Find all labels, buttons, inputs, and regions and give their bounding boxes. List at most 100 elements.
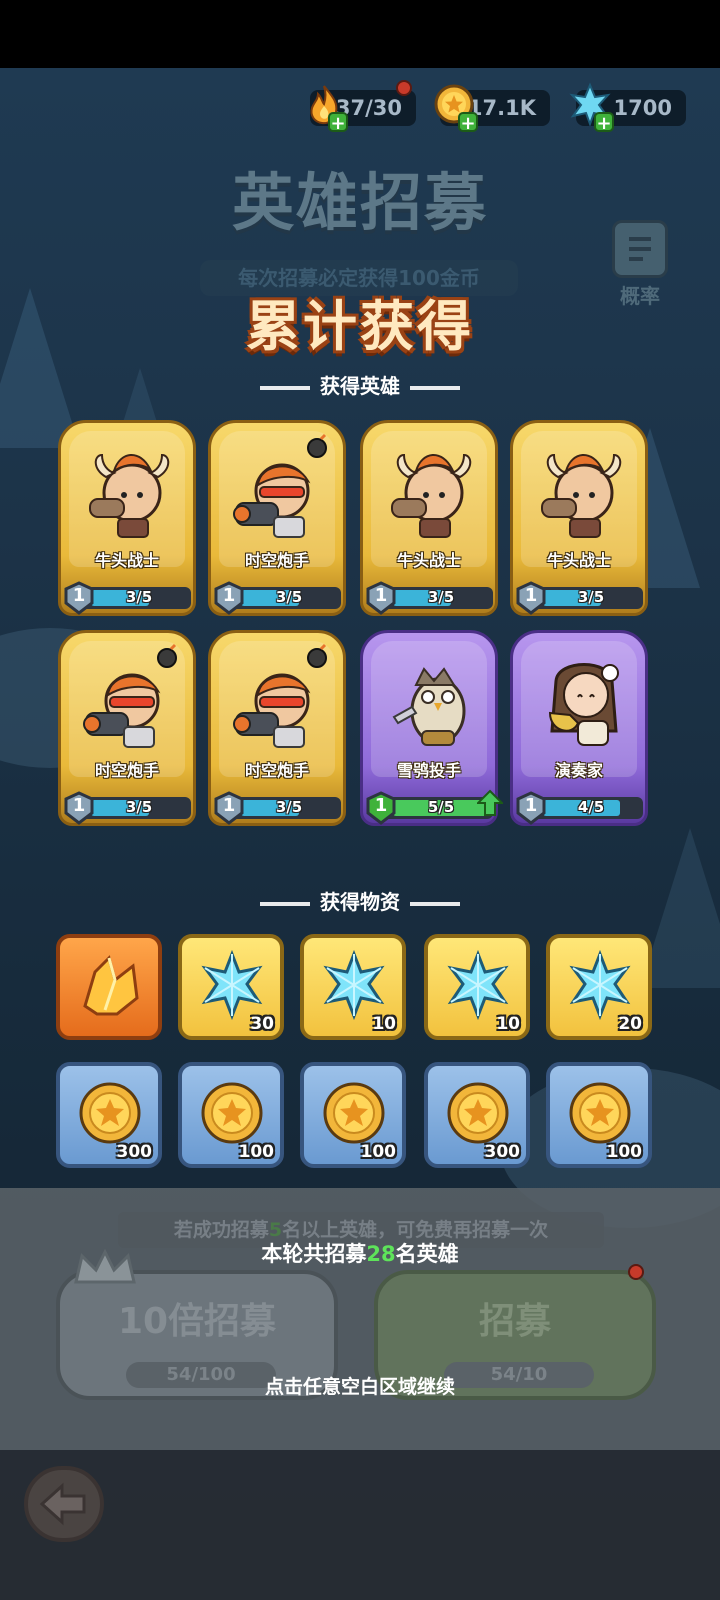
- minotaur-warrior-icon: [541, 453, 622, 538]
- gold-coin-icon: [201, 1082, 263, 1144]
- bottom-bar: [0, 1450, 720, 1600]
- reward-item[interactable]: 100: [546, 1062, 652, 1168]
- reward-item[interactable]: 300: [56, 1062, 162, 1168]
- hero-name: 牛头战士: [546, 551, 611, 570]
- blue-crystal-icon: [201, 950, 263, 1020]
- crystal-value: 1700: [613, 96, 672, 120]
- gold-coin-icon: [323, 1082, 385, 1144]
- crystal-counter[interactable]: + 1700: [569, 82, 686, 134]
- gold-coin-icon: [569, 1082, 631, 1144]
- hero-card[interactable]: 雪鸮投手 5/5 1: [360, 630, 503, 826]
- gold-counter[interactable]: + 17.1K: [434, 84, 550, 134]
- item-count: 100: [238, 1142, 275, 1162]
- hero-progress-bar: 3/5 1: [516, 581, 643, 615]
- hero-card[interactable]: 牛头战士 3/5 1: [58, 420, 196, 616]
- reward-item[interactable]: 10: [424, 934, 530, 1040]
- add-stamina-button[interactable]: +: [328, 112, 348, 134]
- continue-hint[interactable]: 点击任意空白区域继续: [0, 1372, 720, 1399]
- musician-icon: [548, 663, 619, 746]
- gold-crystal-icon: [83, 955, 139, 1016]
- hero-name: 时空炮手: [94, 761, 159, 780]
- round-text-end: 名英雄: [395, 1242, 459, 1266]
- document-icon: [612, 220, 668, 278]
- blue-crystal-icon: [569, 950, 631, 1020]
- hero-card[interactable]: 时空炮手 3/5 1: [208, 630, 346, 826]
- item-count: 100: [360, 1142, 397, 1162]
- snow-owl-thrower-icon: [392, 667, 466, 746]
- hero-progress-bar: 4/5 1: [516, 791, 643, 825]
- bomb-icon: [307, 643, 327, 668]
- stamina-counter[interactable]: + 37/30: [310, 80, 416, 134]
- gold-coin-icon: [79, 1082, 141, 1144]
- reward-item[interactable]: 10: [300, 934, 406, 1040]
- hero-progress-text: 3/5: [125, 588, 153, 606]
- hero-name: 时空炮手: [244, 551, 309, 570]
- hero-name: 牛头战士: [396, 551, 461, 570]
- reward-item[interactable]: 20: [546, 934, 652, 1040]
- hero-progress-text: 3/5: [427, 588, 455, 606]
- hero-card[interactable]: 牛头战士 3/5 1: [510, 420, 648, 616]
- divider-right: [410, 901, 460, 906]
- reward-item[interactable]: 30: [178, 934, 284, 1040]
- divider-left: [260, 901, 310, 906]
- minotaur-warrior-icon: [89, 453, 170, 538]
- round-number: 28: [366, 1242, 396, 1266]
- hero-progress-bar: 3/5 1: [64, 581, 191, 615]
- hero-level: 1: [524, 585, 538, 606]
- blue-crystal-icon: [323, 950, 385, 1020]
- back-button[interactable]: [24, 1466, 104, 1542]
- hero-name: 时空炮手: [244, 761, 309, 780]
- hero-level: 1: [374, 795, 388, 816]
- item-count: 20: [618, 1014, 642, 1034]
- hero-level: 1: [524, 795, 538, 816]
- upgrade-arrow-icon: [477, 789, 503, 816]
- hero-name: 牛头战士: [94, 551, 159, 570]
- item-count: 300: [484, 1142, 521, 1162]
- hero-name: 雪鸮投手: [396, 761, 461, 780]
- items-section-title: 获得物资: [320, 890, 400, 914]
- reward-item[interactable]: 300: [424, 1062, 530, 1168]
- divider-left: [260, 385, 310, 390]
- cumulative-title: 累计获得: [246, 295, 474, 358]
- hero-level: 1: [72, 585, 86, 606]
- hero-level: 1: [72, 795, 86, 816]
- items-section-header: 获得物资: [0, 886, 720, 915]
- add-gold-button[interactable]: +: [458, 112, 478, 134]
- bomb-icon: [307, 433, 327, 458]
- item-count: 300: [116, 1142, 153, 1162]
- reward-item[interactable]: [56, 934, 162, 1040]
- hero-progress-bar: 3/5 1: [64, 791, 191, 825]
- gold-coin-icon: [447, 1082, 509, 1144]
- hero-level: 1: [374, 585, 388, 606]
- hero-progress-text: 5/5: [427, 798, 455, 816]
- gold-value: 17.1K: [467, 96, 536, 120]
- hero-card[interactable]: 时空炮手 3/5 1: [208, 420, 346, 616]
- heroes-section-header: 获得英雄: [0, 370, 720, 399]
- item-count: 10: [496, 1014, 520, 1034]
- hero-progress-bar: 3/5 1: [214, 791, 341, 825]
- divider-right: [410, 385, 460, 390]
- hero-card[interactable]: 时空炮手 3/5 1: [58, 630, 196, 826]
- heroes-section-title: 获得英雄: [320, 374, 400, 398]
- hero-progress-bar: 3/5 1: [366, 581, 493, 615]
- hero-progress-text: 4/5: [577, 798, 605, 816]
- notification-dot: [396, 80, 412, 96]
- hero-card[interactable]: 演奏家 4/5 1: [510, 630, 648, 826]
- add-crystal-button[interactable]: +: [594, 112, 614, 134]
- recruit-label: 招募: [478, 1301, 551, 1342]
- hero-progress-bar: 3/5 1: [214, 581, 341, 615]
- bomb-icon: [157, 643, 177, 668]
- hero-card[interactable]: 牛头战士 3/5 1: [360, 420, 498, 616]
- status-bar-area: [0, 0, 720, 68]
- minotaur-warrior-icon: [391, 453, 472, 538]
- hero-progress-text: 3/5: [125, 798, 153, 816]
- hero-progress-text: 3/5: [275, 798, 303, 816]
- hero-progress-text: 3/5: [275, 588, 303, 606]
- back-arrow-icon: [39, 1482, 86, 1526]
- reward-item[interactable]: 100: [178, 1062, 284, 1168]
- round-text: 本轮共招募: [261, 1242, 367, 1266]
- reward-item[interactable]: 100: [300, 1062, 406, 1168]
- hero-progress-bar: 5/5 1: [366, 789, 503, 825]
- hero-level: 1: [222, 795, 236, 816]
- item-count: 100: [606, 1142, 643, 1162]
